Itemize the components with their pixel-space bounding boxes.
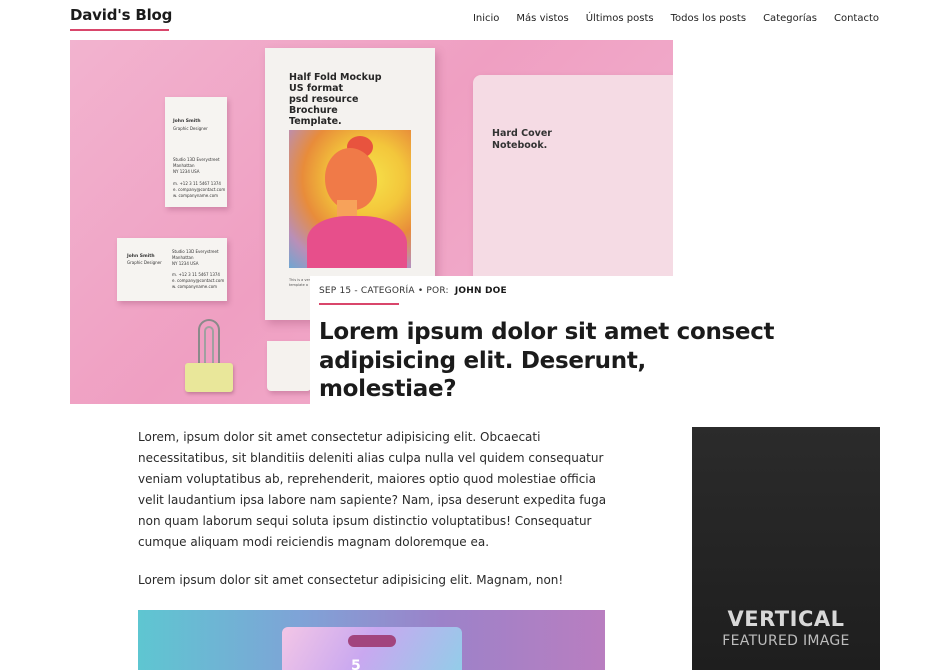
nav-item-mas-vistos[interactable]: Más vistos xyxy=(516,13,568,24)
gift-card-glyph: 5 xyxy=(351,658,361,670)
paragraph: Lorem ipsum dolor sit amet consectetur a… xyxy=(138,573,564,587)
post-date: SEP 15 xyxy=(319,286,352,296)
post-inline-image: 5 xyxy=(138,610,605,670)
card-email: e. company@contact.com xyxy=(172,278,225,283)
card-address-1: Studio 13D Everystreet xyxy=(173,157,220,162)
post-meta: SEP 15 - CATEGORÍA • POR: JOHN DOE xyxy=(319,286,507,296)
brochure-title: Half Fold Mockup US format psd resource … xyxy=(289,72,382,127)
sidebar-image-line1: VERTICAL xyxy=(727,607,845,631)
card-address-2: Manhattan xyxy=(173,163,195,168)
card-phone: m. +12 3 11 5467 1374 xyxy=(173,181,221,186)
nav-item-todos-los-posts[interactable]: Todos los posts xyxy=(671,13,746,24)
post-category[interactable]: CATEGORÍA xyxy=(361,286,415,296)
sidebar-image-line2: FEATURED IMAGE xyxy=(722,633,850,649)
post-by-label: POR: xyxy=(426,286,449,296)
logo-underline xyxy=(70,29,169,31)
nav-item-ultimos-posts[interactable]: Últimos posts xyxy=(586,13,654,24)
card-web: w. companyname.com xyxy=(173,193,219,198)
card-address-3: NY 1234 USA xyxy=(172,261,199,266)
business-card-top: John Smith Graphic Designer Studio 13D E… xyxy=(165,97,227,207)
card-phone: m. +12 3 11 5467 1374 xyxy=(172,272,220,277)
binder-clip xyxy=(185,363,233,392)
nav-item-inicio[interactable]: Inicio xyxy=(473,13,499,24)
notebook-title: Hard Cover Notebook. xyxy=(492,128,552,152)
card-web: w. companyname.com xyxy=(172,284,218,289)
paragraph: Lorem, ipsum dolor sit amet consectetur … xyxy=(138,430,607,549)
card-role: Graphic Designer xyxy=(127,260,162,265)
main-nav: Inicio Más vistos Últimos posts Todos lo… xyxy=(473,13,879,24)
paper-cup xyxy=(267,341,311,391)
card-address-1: Studio 13D Everystreet xyxy=(172,249,219,254)
sidebar-featured-image[interactable]: VERTICAL FEATURED IMAGE xyxy=(692,427,880,670)
post-author[interactable]: JOHN DOE xyxy=(455,286,507,296)
site-logo-link[interactable]: David's Blog xyxy=(70,6,172,24)
post-body: Lorem, ipsum dolor sit amet consectetur … xyxy=(138,427,608,608)
meta-underline xyxy=(319,303,399,305)
binder-clip-wire-inner xyxy=(204,326,214,366)
nav-item-categorias[interactable]: Categorías xyxy=(763,13,817,24)
card-email: e. company@contact.com xyxy=(173,187,226,192)
gift-card-hanger xyxy=(348,635,396,647)
nav-item-contacto[interactable]: Contacto xyxy=(834,13,879,24)
card-address-3: NY 1234 USA xyxy=(173,169,200,174)
card-name: John Smith xyxy=(173,119,201,124)
card-address-2: Manhattan xyxy=(172,255,194,260)
post-title: Lorem ipsum dolor sit amet consect adipi… xyxy=(319,319,775,403)
business-card-bottom: John Smith Graphic Designer Studio 13D E… xyxy=(117,238,227,301)
portrait-illustration xyxy=(289,130,411,268)
gift-card-mockup xyxy=(282,627,462,670)
card-role: Graphic Designer xyxy=(173,126,208,131)
